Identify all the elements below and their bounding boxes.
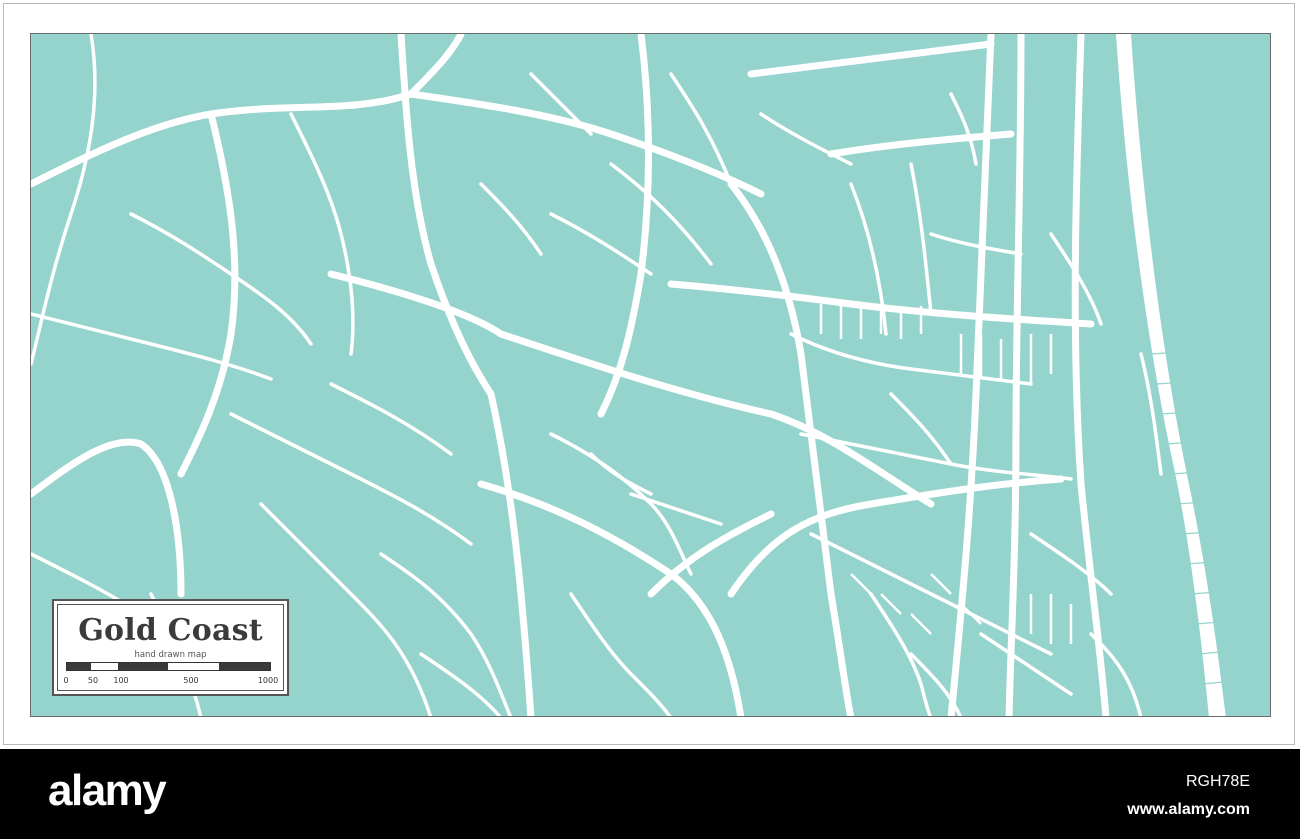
scale-segment (219, 663, 270, 670)
scale-labels: 0 50 100 500 1000 (58, 676, 283, 686)
legend-inner-border: Gold Coast hand drawn map 0 50 100 500 1… (57, 604, 284, 691)
scale-segment (91, 663, 118, 670)
scale-segment (117, 663, 169, 670)
map-legend: Gold Coast hand drawn map 0 50 100 500 1… (52, 599, 289, 696)
map-title: Gold Coast (78, 613, 263, 648)
scale-bar (66, 662, 271, 671)
scale-label: 1000 (257, 676, 279, 685)
site-url[interactable]: www.alamy.com (1127, 801, 1250, 819)
scale-segment (168, 663, 220, 670)
alamy-logo[interactable]: alamy (48, 766, 167, 816)
stock-footer-bar: alamy RGH78E www.alamy.com (0, 749, 1300, 839)
scale-label: 500 (183, 676, 199, 685)
canal-estates (819, 302, 1073, 644)
scale-label: 50 (87, 676, 99, 685)
map-subtitle: hand drawn map (134, 650, 207, 660)
scale-segment (67, 663, 92, 670)
image-id: RGH78E (1185, 773, 1250, 790)
scale-label: 0 (63, 676, 69, 685)
scale-label: 100 (113, 676, 129, 685)
